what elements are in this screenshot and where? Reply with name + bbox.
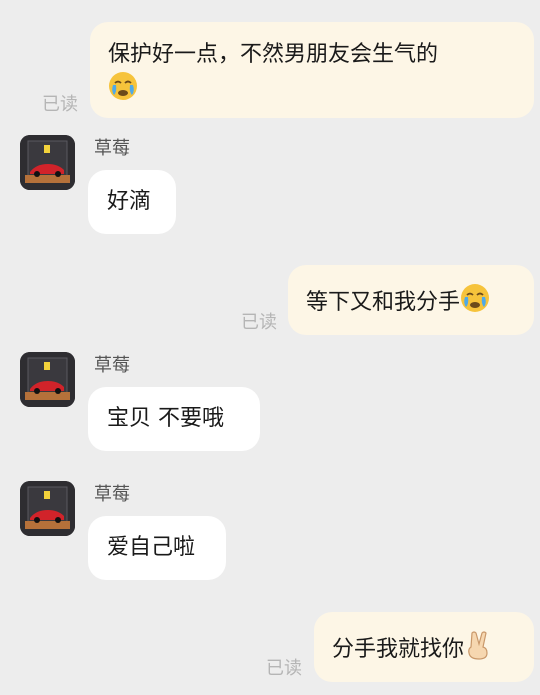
sent-message-bubble[interactable]: 等下又和我分手 bbox=[288, 265, 534, 335]
message-text: 保护好一点，不然男朋友会生气的 bbox=[108, 42, 439, 67]
message-text: 等下又和我分手 bbox=[306, 290, 461, 315]
crying-face-icon bbox=[108, 71, 138, 111]
avatar[interactable] bbox=[20, 135, 75, 190]
read-receipt: 已读 bbox=[42, 94, 78, 115]
message-text: 爱自己啦 bbox=[107, 535, 196, 560]
sender-name: 草莓 bbox=[94, 355, 130, 376]
chat-window: 保护好一点，不然男朋友会生气的 已读 草莓 好滴 等下又和我分手 已读 草莓 宝… bbox=[0, 0, 540, 695]
received-message-bubble[interactable]: 宝贝 不要哦 bbox=[88, 387, 260, 451]
crying-face-icon bbox=[460, 283, 490, 323]
received-message-bubble[interactable]: 好滴 bbox=[88, 170, 176, 234]
sender-name: 草莓 bbox=[94, 484, 130, 505]
read-receipt: 已读 bbox=[266, 658, 302, 679]
victory-hand-icon bbox=[464, 630, 492, 670]
message-text: 分手我就找你 bbox=[332, 637, 465, 662]
ferrari-model-avatar-icon bbox=[20, 352, 75, 407]
sent-message-bubble[interactable]: 保护好一点，不然男朋友会生气的 bbox=[90, 22, 534, 118]
sent-message-bubble[interactable]: 分手我就找你 bbox=[314, 612, 534, 682]
sender-name: 草莓 bbox=[94, 138, 130, 159]
received-message-bubble[interactable]: 爱自己啦 bbox=[88, 516, 226, 580]
ferrari-model-avatar-icon bbox=[20, 135, 75, 190]
read-receipt: 已读 bbox=[241, 312, 277, 333]
avatar[interactable] bbox=[20, 352, 75, 407]
avatar[interactable] bbox=[20, 481, 75, 536]
message-text: 宝贝 不要哦 bbox=[107, 406, 224, 431]
message-text: 好滴 bbox=[107, 189, 152, 214]
ferrari-model-avatar-icon bbox=[20, 481, 75, 536]
